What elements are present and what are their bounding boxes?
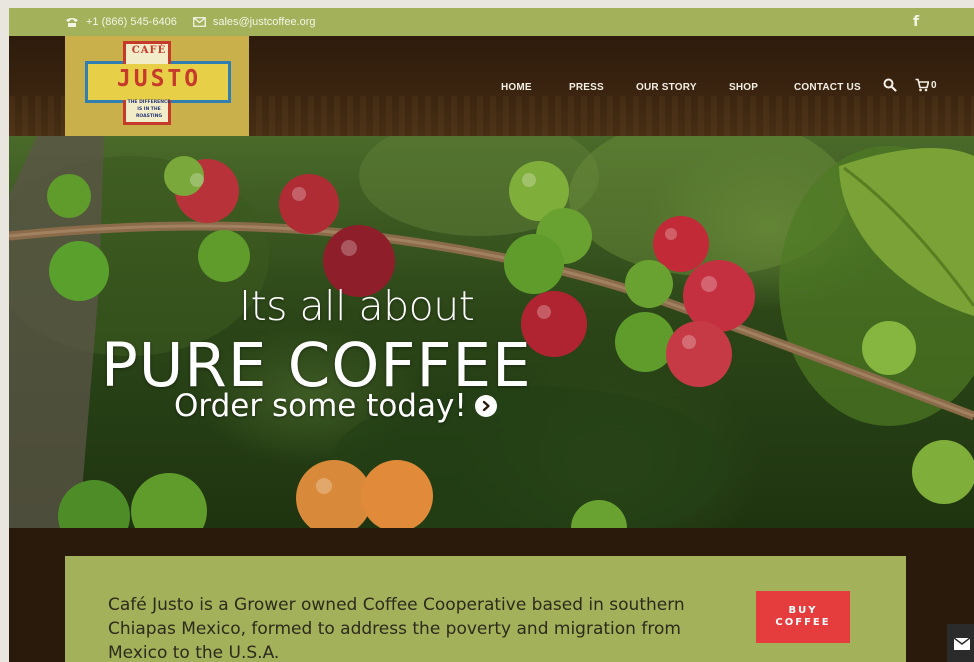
search-icon[interactable] bbox=[883, 78, 897, 92]
hero-text: Its all about PURE COFFEE Order some tod… bbox=[9, 136, 974, 528]
cart-count[interactable]: 0 bbox=[931, 80, 937, 91]
nav-press[interactable]: PRESS bbox=[569, 82, 604, 93]
logo-tagline: THE DIFFERENCE IS IN THE ROASTING bbox=[127, 100, 171, 119]
floating-mail-icon[interactable] bbox=[947, 624, 974, 662]
hero-cta-label: Order some today! bbox=[174, 388, 467, 424]
chevron-right-circle-icon bbox=[474, 395, 497, 417]
hero-banner: Its all about PURE COFFEE Order some tod… bbox=[9, 136, 974, 528]
cart-icon[interactable] bbox=[915, 78, 930, 92]
page: +1 (866) 545-6406 sales@justcoffee.org f… bbox=[9, 8, 974, 662]
mail-icon bbox=[192, 17, 206, 27]
facebook-icon[interactable]: f bbox=[913, 14, 919, 30]
logo-cafe-text: CAFÉ bbox=[131, 45, 167, 56]
site-header: CAFÉ JUSTO THE DIFFERENCE IS IN THE ROAS… bbox=[9, 36, 974, 136]
phone-icon bbox=[65, 17, 79, 27]
top-contact-bar: +1 (866) 545-6406 sales@justcoffee.org f bbox=[9, 8, 974, 36]
nav-home[interactable]: HOME bbox=[501, 82, 532, 93]
hero-order-link[interactable]: Order some today! bbox=[174, 388, 497, 424]
about-section: Café Justo is a Grower owned Coffee Coop… bbox=[65, 556, 906, 662]
about-text: Café Justo is a Grower owned Coffee Coop… bbox=[108, 595, 685, 662]
phone-number[interactable]: +1 (866) 545-6406 bbox=[86, 16, 177, 28]
nav-our-story[interactable]: OUR STORY bbox=[636, 82, 697, 93]
nav-shop[interactable]: SHOP bbox=[729, 82, 758, 93]
main-nav: HOME PRESS OUR STORY SHOP CONTACT US 0 bbox=[9, 78, 974, 102]
hero-subheading: Its all about bbox=[239, 282, 475, 330]
email-link[interactable]: sales@justcoffee.org bbox=[213, 16, 316, 28]
buy-coffee-label: BUY COFFEE bbox=[775, 605, 831, 628]
nav-contact-us[interactable]: CONTACT US bbox=[794, 82, 861, 93]
buy-coffee-button[interactable]: BUY COFFEE bbox=[756, 591, 850, 643]
